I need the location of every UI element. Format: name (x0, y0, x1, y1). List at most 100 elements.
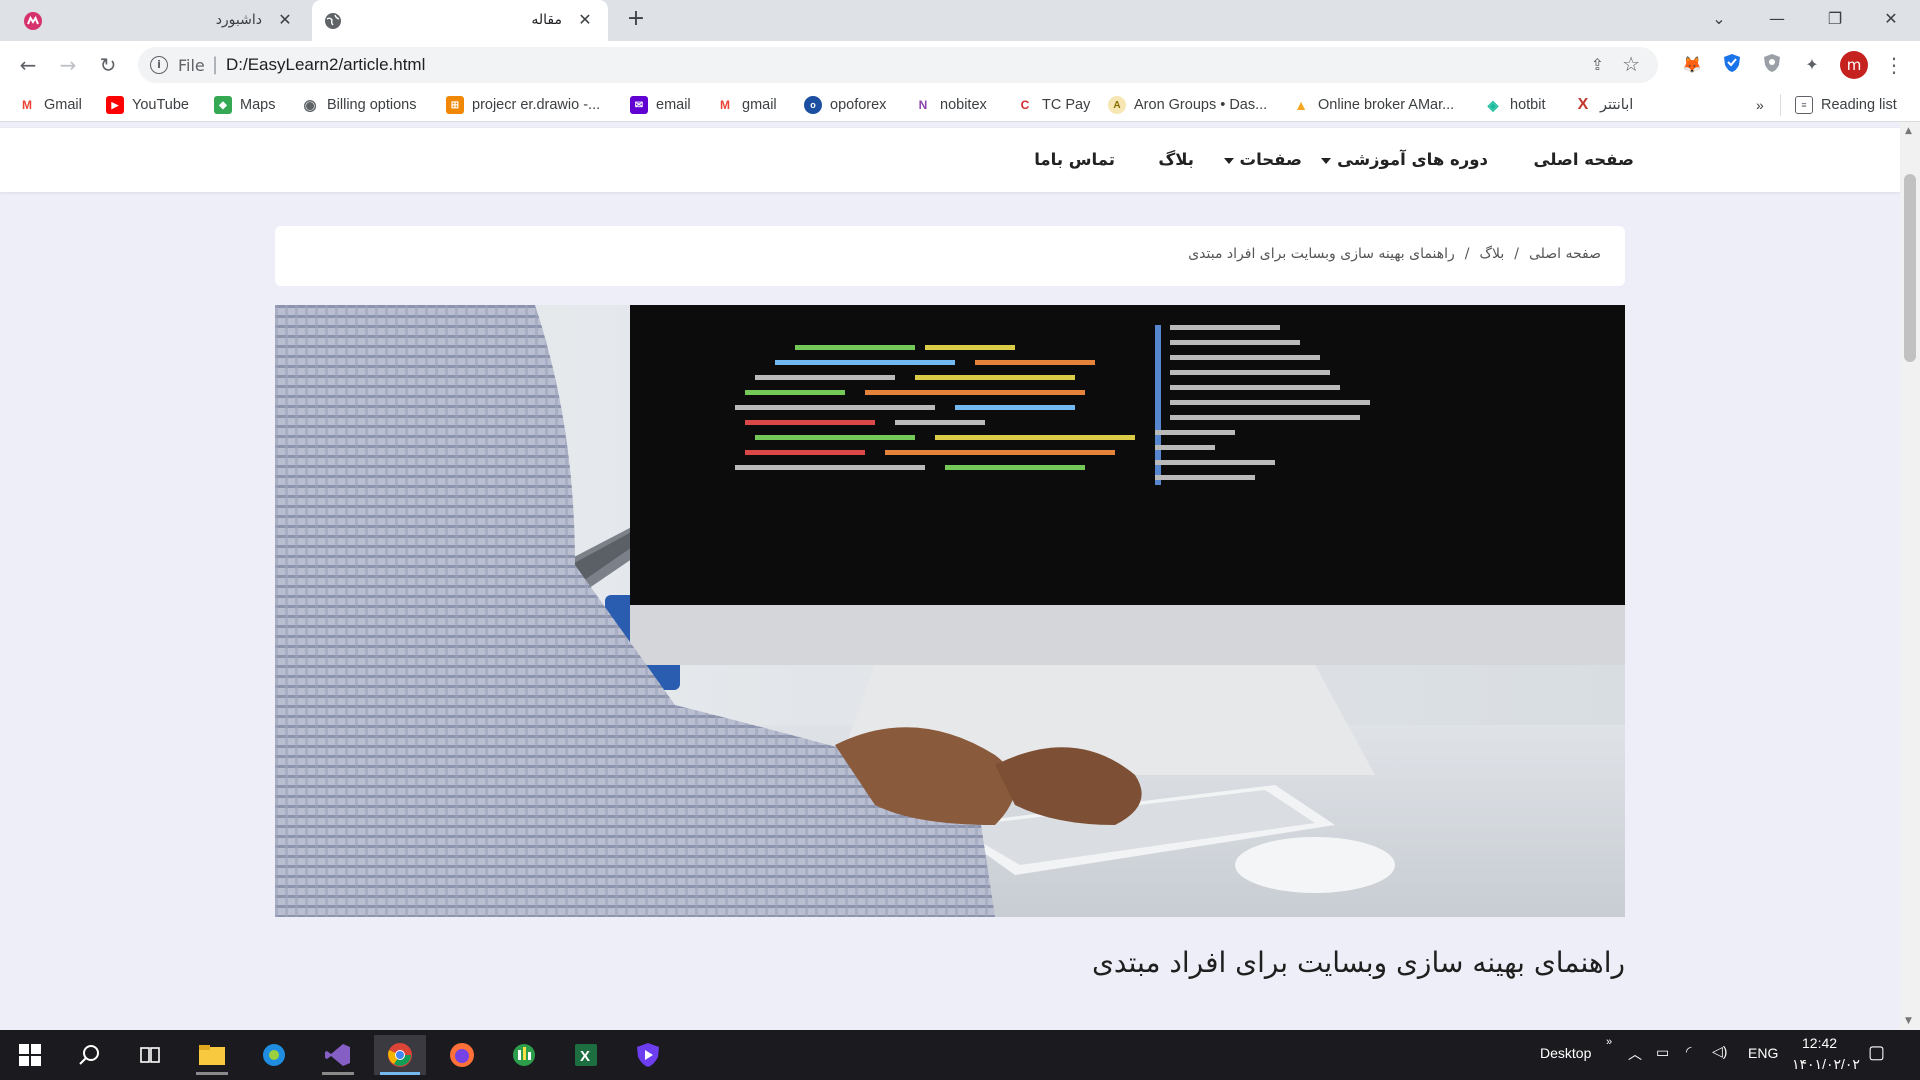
site-logo-icon (24, 12, 42, 30)
nav-home[interactable]: صفحه اصلی (1534, 150, 1635, 169)
bookmark-gmail-2[interactable]: M gmail (716, 94, 777, 116)
scroll-up-arrow-icon[interactable]: ▲ (1905, 126, 1912, 136)
scroll-down-arrow-icon[interactable]: ▼ (1905, 1016, 1912, 1026)
tray-chevron-up-icon[interactable]: ︿ (1628, 1044, 1642, 1064)
nav-courses-label: دوره های آموزشی (1337, 150, 1488, 169)
bookmark-aron[interactable]: A Aron Groups • Das... (1108, 94, 1267, 116)
nobitex-icon: N (918, 98, 928, 112)
metatrader-icon[interactable] (498, 1035, 550, 1075)
bookmark-label: Online broker AMar... (1318, 97, 1455, 113)
profile-avatar[interactable]: m (1840, 51, 1868, 79)
nav-contact[interactable]: تماس باما (1034, 150, 1115, 169)
desktop-toolbar-label[interactable]: Desktop (1540, 1045, 1591, 1061)
clock-date[interactable]: ۱۴۰۱/۰۲/۰۲ (1792, 1056, 1860, 1073)
share-icon[interactable]: ⇪ (1591, 55, 1604, 74)
bookmark-label: Maps (240, 97, 276, 113)
clock-time[interactable]: 12:42 (1802, 1035, 1837, 1051)
minimize-button[interactable]: — (1748, 0, 1806, 41)
bookmark-tcpay[interactable]: C TC Pay (1016, 94, 1091, 116)
bookmark-label: Aron Groups • Das... (1134, 97, 1268, 113)
toolbar-overflow-icon[interactable]: » (1606, 1036, 1612, 1048)
bookmark-opoforex[interactable]: o opoforex (804, 94, 886, 116)
breadcrumb-home[interactable]: صفحه اصلی (1529, 246, 1601, 262)
nav-blog[interactable]: بلاگ (1158, 150, 1194, 169)
firefox-icon[interactable] (436, 1035, 488, 1075)
bookmark-label: projecr er.drawio -... (472, 97, 601, 113)
breadcrumb-separator: / (1464, 246, 1470, 262)
bookmark-star-icon[interactable]: ☆ (1622, 52, 1640, 76)
ie-browser-icon[interactable] (248, 1035, 300, 1075)
bookmark-amarkets[interactable]: ▲ Online broker AMar... (1292, 94, 1454, 116)
bookmarks-overflow-button[interactable]: » (1756, 94, 1764, 116)
bookmark-drawio[interactable]: ⊞ projecr er.drawio -... (446, 94, 600, 116)
page-scrollbar[interactable]: ▲ ▼ (1900, 122, 1920, 1030)
battery-icon[interactable]: ▭ (1656, 1044, 1669, 1061)
hotbit-icon: ◈ (1487, 96, 1499, 113)
restore-button[interactable]: ❐ (1806, 0, 1864, 41)
forward-icon[interactable]: → (54, 51, 82, 79)
nav-courses[interactable]: دوره های آموزشی (1321, 150, 1488, 169)
opoforex-icon: o (804, 96, 822, 114)
caret-down-icon (1223, 157, 1234, 164)
bookmark-label: gmail (742, 97, 777, 113)
nav-pages[interactable]: صفحات (1223, 150, 1303, 169)
breadcrumb-blog[interactable]: بلاگ (1479, 246, 1504, 262)
bookmark-youtube[interactable]: ▶ YouTube (106, 94, 189, 116)
metamask-icon[interactable]: 🦊 (1680, 53, 1704, 77)
bookmark-hotbit[interactable]: ◈ hotbit (1484, 94, 1546, 116)
excel-icon[interactable]: X (560, 1035, 612, 1075)
tab-title: مقاله (531, 12, 562, 28)
privacy-extension-icon[interactable] (1760, 53, 1784, 77)
notification-center-icon[interactable]: ▢ (1868, 1042, 1885, 1063)
bookmark-gmail[interactable]: M Gmail (18, 94, 82, 116)
language-indicator[interactable]: ENG (1748, 1045, 1778, 1061)
bookmark-nobitex[interactable]: N nobitex (914, 94, 987, 116)
bookmark-label: Gmail (44, 97, 82, 113)
breadcrumb-container: صفحه اصلی / بلاگ / راهنمای بهینه سازی وب… (275, 226, 1625, 286)
new-tab-button[interactable]: + (624, 8, 648, 32)
task-view-icon[interactable] (124, 1035, 176, 1075)
back-icon[interactable]: ← (14, 51, 42, 79)
windows-start-icon[interactable] (4, 1035, 56, 1075)
shield-extension-icon[interactable] (1720, 53, 1744, 77)
close-tab-icon[interactable]: ✕ (576, 11, 594, 29)
tab-search-icon[interactable]: ⌄ (1690, 0, 1748, 41)
tab-article[interactable]: مقاله ✕ (312, 0, 608, 41)
reading-list-button[interactable]: ≡ Reading list (1780, 94, 1897, 116)
bookmark-label: YouTube (132, 97, 189, 113)
amarkets-icon: ▲ (1294, 97, 1308, 113)
wifi-icon[interactable]: ◜ (1686, 1043, 1691, 1060)
reading-list-icon: ≡ (1795, 96, 1813, 114)
breadcrumb: صفحه اصلی / بلاگ / راهنمای بهینه سازی وب… (1188, 246, 1601, 262)
vpn-shield-icon[interactable] (622, 1035, 674, 1075)
address-bar[interactable]: i File | D:/EasyLearn2/article.html ⇪ ☆ (138, 47, 1658, 83)
kebab-menu-icon[interactable]: ⋮ (1882, 53, 1906, 77)
file-explorer-icon[interactable] (186, 1035, 238, 1075)
site-info-icon[interactable]: i (150, 56, 168, 74)
close-tab-icon[interactable]: ✕ (276, 11, 294, 29)
maps-icon: ◆ (214, 96, 232, 114)
volume-icon[interactable]: ◁) (1712, 1043, 1727, 1060)
visual-studio-icon[interactable] (312, 1035, 364, 1075)
bookmark-billing[interactable]: ◉ Billing options (301, 94, 416, 116)
puzzle-icon[interactable]: ✦ (1800, 53, 1824, 77)
bookmark-label: TC Pay (1042, 97, 1091, 113)
globe-icon: ◉ (303, 97, 317, 114)
reload-icon[interactable]: ↻ (94, 51, 122, 79)
browser-toolbar: ← → ↻ i File | D:/EasyLearn2/article.htm… (0, 41, 1920, 89)
scrollbar-thumb[interactable] (1904, 174, 1916, 362)
bookmark-email[interactable]: ✉ email (630, 94, 691, 116)
tab-dashboard[interactable]: داشبورد ✕ (12, 0, 308, 41)
nav-pages-label: صفحات (1239, 150, 1303, 169)
bookmark-maps[interactable]: ◆ Maps (214, 94, 275, 116)
breadcrumb-separator: / (1514, 246, 1519, 262)
bookmarks-bar: M Gmail ▶ YouTube ◆ Maps ◉ Billing optio… (0, 89, 1920, 122)
bookmark-label: Billing options (327, 97, 417, 113)
site-navbar: صفحه اصلی دوره های آموزشی صفحات بلاگ تما… (0, 128, 1900, 192)
drawio-icon: ⊞ (446, 96, 464, 114)
search-icon[interactable] (64, 1035, 116, 1075)
chrome-icon[interactable] (374, 1035, 426, 1075)
close-window-button[interactable]: ✕ (1862, 0, 1920, 41)
bookmark-x[interactable]: X ابانتتر (1574, 94, 1634, 116)
url-text[interactable]: D:/EasyLearn2/article.html (226, 55, 425, 75)
